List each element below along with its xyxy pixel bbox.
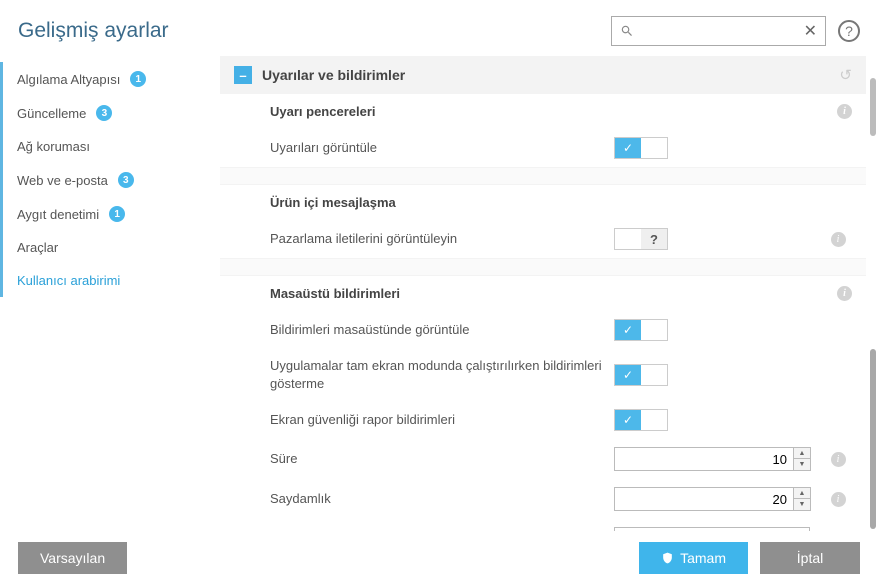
collapse-toggle[interactable]: – xyxy=(234,66,252,84)
search-icon xyxy=(620,24,634,38)
clear-search-icon[interactable]: ✕ xyxy=(804,21,817,41)
group-header-alert-windows: Uyarı pencereleri i xyxy=(220,94,866,129)
sidebar: Algılama Altyapısı 1 Güncelleme 3 Ağ kor… xyxy=(0,56,220,531)
scrollbar-thumb-lower[interactable] xyxy=(870,349,876,529)
sidebar-item-label: Güncelleme xyxy=(17,106,86,121)
sidebar-item-label: Web ve e-posta xyxy=(17,173,108,188)
row-duration: Süre ▲ ▼ i xyxy=(220,439,866,479)
help-button[interactable]: ? xyxy=(838,20,860,42)
sidebar-item-update[interactable]: Güncelleme 3 xyxy=(0,96,220,130)
search-input-container[interactable]: ✕ xyxy=(611,16,826,46)
toggle-fullscreen-hide[interactable]: ✓ xyxy=(614,364,668,386)
sidebar-badge: 1 xyxy=(109,206,125,222)
sidebar-item-label: Araçlar xyxy=(17,240,58,255)
setting-label: Saydamlık xyxy=(270,490,614,508)
setting-label: Süre xyxy=(270,450,614,468)
sidebar-item-user-interface[interactable]: Kullanıcı arabirimi xyxy=(0,264,220,297)
minus-icon: – xyxy=(239,69,246,82)
toggle-screen-security[interactable]: ✓ xyxy=(614,409,668,431)
scrollbar[interactable] xyxy=(870,56,878,531)
cancel-button[interactable]: İptal xyxy=(760,542,860,574)
sidebar-item-network-protection[interactable]: Ağ koruması xyxy=(0,130,220,163)
setting-label: Ekran güvenliği rapor bildirimleri xyxy=(270,411,614,429)
opacity-input[interactable] xyxy=(614,487,794,511)
sidebar-badge: 3 xyxy=(118,172,134,188)
question-icon: ? xyxy=(641,229,667,249)
duration-input[interactable] xyxy=(614,447,794,471)
chevron-up-icon[interactable]: ▲ xyxy=(794,448,810,459)
info-icon[interactable]: i xyxy=(837,286,852,301)
sidebar-badge: 1 xyxy=(130,71,146,87)
sidebar-item-label: Algılama Altyapısı xyxy=(17,72,120,87)
info-icon[interactable]: i xyxy=(831,492,846,507)
opacity-stepper[interactable]: ▲ ▼ xyxy=(794,487,811,511)
row-opacity: Saydamlık ▲ ▼ i xyxy=(220,479,866,519)
content-area: – Uyarılar ve bildirimler ↺ Uyarı pencer… xyxy=(220,56,878,531)
toggle-show-alerts[interactable]: ✓ xyxy=(614,137,668,159)
footer: Varsayılan Tamam İptal xyxy=(0,531,878,585)
row-show-alerts: Uyarıları görüntüle ✓ xyxy=(220,129,866,167)
sidebar-badge: 3 xyxy=(96,105,112,121)
row-screen-security: Ekran güvenliği rapor bildirimleri ✓ xyxy=(220,401,866,439)
info-icon[interactable]: i xyxy=(831,232,846,247)
sidebar-item-device-control[interactable]: Aygıt denetimi 1 xyxy=(0,197,220,231)
check-icon: ✓ xyxy=(615,138,641,158)
chevron-down-icon[interactable]: ▼ xyxy=(794,459,810,470)
defaults-button[interactable]: Varsayılan xyxy=(18,542,127,574)
setting-label: Uyarıları görüntüle xyxy=(270,139,614,157)
shield-icon xyxy=(661,551,674,565)
revert-icon[interactable]: ↺ xyxy=(839,66,852,84)
toggle-show-desktop[interactable]: ✓ xyxy=(614,319,668,341)
group-header-in-product: Ürün içi mesajlaşma xyxy=(220,185,866,220)
chevron-up-icon[interactable]: ▲ xyxy=(794,488,810,499)
duration-stepper[interactable]: ▲ ▼ xyxy=(794,447,811,471)
sidebar-item-detection-engine[interactable]: Algılama Altyapısı 1 xyxy=(0,62,220,96)
sidebar-item-label: Kullanıcı arabirimi xyxy=(17,273,120,288)
sidebar-item-label: Ağ koruması xyxy=(17,139,90,154)
chevron-down-icon[interactable]: ▼ xyxy=(794,499,810,510)
setting-label: Bildirimleri masaüstünde görüntüle xyxy=(270,321,614,339)
row-fullscreen-hide: Uygulamalar tam ekran modunda çalıştırıl… xyxy=(220,349,866,401)
section-header: – Uyarılar ve bildirimler ↺ xyxy=(220,56,866,94)
group-header-desktop: Masaüstü bildirimleri i xyxy=(220,276,866,311)
scrollbar-thumb-upper[interactable] xyxy=(870,78,876,136)
setting-label: Pazarlama iletilerini görüntüleyin xyxy=(270,230,614,248)
info-icon[interactable]: i xyxy=(837,104,852,119)
row-marketing: Pazarlama iletilerini görüntüleyin ? i xyxy=(220,220,866,258)
row-show-desktop: Bildirimleri masaüstünde görüntüle ✓ xyxy=(220,311,866,349)
toggle-marketing-undefined[interactable]: ? xyxy=(614,228,668,250)
setting-label: Uygulamalar tam ekran modunda çalıştırıl… xyxy=(270,357,614,393)
page-title: Gelişmiş ayarlar xyxy=(18,19,169,43)
ok-button[interactable]: Tamam xyxy=(639,542,748,574)
sidebar-item-web-email[interactable]: Web ve e-posta 3 xyxy=(0,163,220,197)
info-icon[interactable]: i xyxy=(831,452,846,467)
row-min-verbosity: Görüntülenecek olayların minimum ayrıntı… xyxy=(220,519,866,531)
sidebar-item-tools[interactable]: Araçlar xyxy=(0,231,220,264)
section-title: Uyarılar ve bildirimler xyxy=(262,67,405,83)
sidebar-item-label: Aygıt denetimi xyxy=(17,207,99,222)
